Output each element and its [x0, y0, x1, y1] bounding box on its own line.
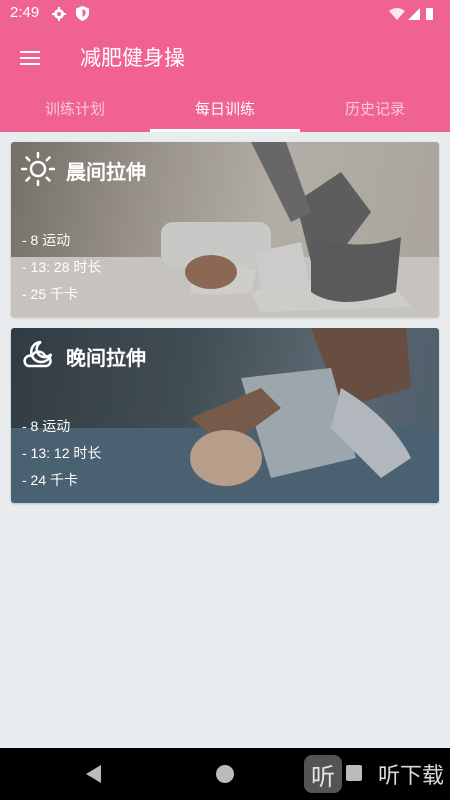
- app-title: 减肥健身操: [80, 46, 185, 70]
- watermark-logo-icon: 听: [303, 755, 342, 793]
- app-bar: 减肥健身操: [0, 28, 450, 86]
- watermark: 听 听下载: [303, 754, 444, 794]
- duration: - 13: 28 时长: [22, 259, 102, 275]
- tab-training-plan[interactable]: 训练计划: [0, 86, 150, 132]
- morning-stretch-card[interactable]: 晨间拉伸 - 8 运动 - 13: 28 时长 - 25 千卡: [11, 142, 439, 317]
- exercise-count: - 8 运动: [22, 232, 71, 248]
- evening-stretch-card[interactable]: 晚间拉伸 - 8 运动 - 13: 12 时长 - 24 千卡: [11, 328, 439, 503]
- settings-gear-icon: [52, 7, 66, 21]
- watermark-text: 听下载: [377, 764, 444, 789]
- status-bar: 2:49: [0, 0, 450, 28]
- back-icon[interactable]: [86, 765, 101, 783]
- menu-icon[interactable]: [20, 48, 42, 66]
- status-time: 2:49: [10, 4, 40, 21]
- home-icon[interactable]: [216, 765, 234, 783]
- tab-history[interactable]: 历史记录: [300, 86, 450, 132]
- moon-cloud-icon: [23, 340, 53, 368]
- tab-daily-training[interactable]: 每日训练: [150, 86, 300, 132]
- card-stats: - 8 运动 - 13: 28 时长 - 25 千卡: [22, 230, 101, 311]
- system-nav-bar: 听 听下载: [0, 748, 450, 800]
- card-title: 晨间拉伸: [66, 160, 146, 184]
- card-title: 晚间拉伸: [66, 346, 146, 370]
- sun-icon: [21, 152, 55, 186]
- tab-bar: 训练计划 每日训练 历史记录: [0, 86, 450, 132]
- card-stats: - 8 运动 - 13: 12 时长 - 24 千卡: [22, 416, 101, 497]
- calories: - 25 千卡: [22, 286, 79, 302]
- duration: - 13: 12 时长: [22, 445, 102, 461]
- status-indicators-icon: [389, 8, 433, 20]
- calories: - 24 千卡: [22, 472, 79, 488]
- shield-icon: [76, 6, 89, 21]
- exercise-count: - 8 运动: [22, 418, 71, 434]
